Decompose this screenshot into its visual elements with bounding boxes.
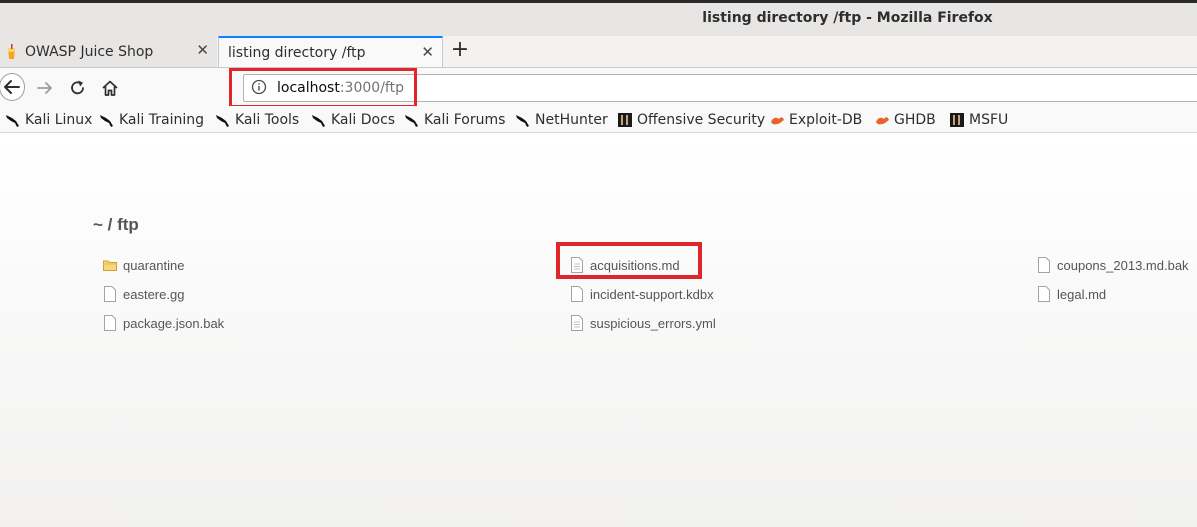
bookmark-label: MSFU — [969, 112, 1009, 128]
kali-dragon-icon — [516, 115, 529, 127]
exploit-db-icon — [876, 117, 889, 125]
kali-dragon-icon — [216, 115, 229, 127]
file-name: coupons_2013.md.bak — [1057, 257, 1189, 273]
bookmark-kali-training[interactable]: Kali Training — [99, 111, 204, 129]
document-icon — [571, 286, 583, 302]
bookmark-label: GHDB — [894, 112, 936, 128]
document-icon — [1038, 257, 1050, 273]
window-title: listing directory /ftp - Mozilla Firefox — [702, 10, 993, 26]
juice-shop-favicon-icon — [8, 43, 15, 59]
kali-dragon-icon — [405, 115, 418, 127]
bookmark-label: Kali Tools — [235, 112, 300, 128]
back-arrow-icon — [4, 80, 20, 94]
file-list-item[interactable]: package.json.bak — [103, 313, 224, 333]
url-highlight-box — [229, 68, 417, 108]
bookmark-label: Offensive Security — [637, 112, 766, 128]
file-name: eastere.gg — [123, 286, 185, 302]
file-name: package.json.bak — [123, 315, 225, 331]
bookmark-label: Exploit-DB — [789, 112, 863, 128]
file-list-item[interactable]: suspicious_errors.yml — [570, 313, 716, 333]
offsec-icon — [618, 113, 632, 127]
bookmark-label: NetHunter — [535, 112, 608, 128]
reload-icon[interactable] — [67, 78, 89, 98]
offsec-icon — [950, 113, 964, 127]
file-list-item[interactable]: quarantine — [103, 255, 184, 275]
tab-owasp-juice-shop[interactable]: OWASP Juice Shop ✕ — [0, 36, 217, 67]
document-icon — [1038, 286, 1050, 302]
file-highlight-box — [556, 242, 702, 279]
exploit-db-icon — [771, 117, 784, 125]
file-name: legal.md — [1057, 286, 1107, 302]
bookmark-exploit-db[interactable]: Exploit-DB — [769, 111, 862, 129]
bookmark-label: Kali Forums — [424, 112, 506, 128]
bookmark-label: Kali Docs — [331, 112, 396, 128]
file-name: quarantine — [123, 257, 185, 273]
bookmark-label: Kali Training — [119, 112, 204, 128]
tab-close-icon[interactable]: ✕ — [421, 43, 434, 61]
page-title: ~ / ftp — [93, 215, 139, 234]
file-name: incident-support.kdbx — [590, 286, 714, 302]
kali-dragon-icon — [100, 115, 113, 127]
tab-listing-directory[interactable]: listing directory /ftp ✕ — [218, 36, 443, 67]
tab-close-icon[interactable]: ✕ — [196, 41, 209, 59]
tab-title: listing directory /ftp — [228, 44, 366, 61]
bookmark-nethunter[interactable]: NetHunter — [515, 111, 608, 129]
bookmark-kali-linux[interactable]: Kali Linux — [5, 111, 92, 129]
file-list-item[interactable]: eastere.gg — [103, 284, 184, 304]
file-name: suspicious_errors.yml — [590, 315, 716, 331]
folder-icon — [103, 260, 117, 271]
bookmark-kali-tools[interactable]: Kali Tools — [215, 111, 299, 129]
bookmark-kali-forums[interactable]: Kali Forums — [404, 111, 505, 129]
document-icon — [104, 286, 116, 302]
file-list-item[interactable]: incident-support.kdbx — [570, 284, 714, 304]
window-titlebar: listing directory /ftp - Mozilla Firefox — [0, 0, 1197, 36]
kali-dragon-icon — [6, 115, 19, 127]
new-tab-button[interactable]: + — [450, 39, 470, 63]
file-list-item[interactable]: coupons_2013.md.bak — [1037, 255, 1189, 275]
file-list-item[interactable]: legal.md — [1037, 284, 1106, 304]
home-icon[interactable] — [99, 78, 121, 98]
forward-arrow-icon[interactable] — [34, 78, 56, 98]
bookmark-label: Kali Linux — [25, 112, 93, 128]
bookmark-msfu[interactable]: MSFU — [949, 111, 1008, 129]
document-icon — [571, 315, 583, 331]
kali-dragon-icon — [312, 115, 325, 127]
bookmark-ghdb[interactable]: GHDB — [874, 111, 936, 129]
bookmark-kali-docs[interactable]: Kali Docs — [311, 111, 395, 129]
tab-title: OWASP Juice Shop — [25, 43, 154, 60]
back-button[interactable] — [0, 73, 25, 101]
document-icon — [104, 315, 116, 331]
bookmark-offensive-security[interactable]: Offensive Security — [617, 111, 765, 129]
